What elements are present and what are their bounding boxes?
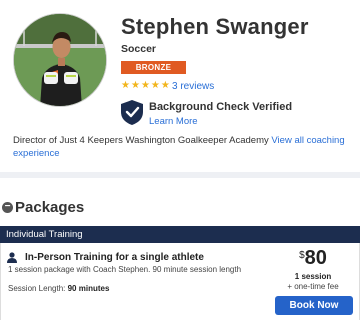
package-price: $80	[273, 247, 353, 270]
price-currency: $	[299, 250, 305, 261]
packages-header[interactable]: − Packages	[2, 199, 84, 216]
book-now-button[interactable]: Book Now	[275, 296, 353, 315]
section-divider	[0, 172, 360, 178]
learn-more-link[interactable]: Learn More	[149, 116, 198, 127]
rating-stars: ★ ★ ★ ★ ★	[121, 80, 170, 92]
shield-check-icon	[121, 100, 143, 125]
coach-avatar	[13, 13, 107, 107]
star-icon: ★	[160, 80, 170, 91]
star-icon: ★	[150, 80, 160, 91]
level-badge: BRONZE	[121, 61, 186, 74]
coach-name: Stephen Swanger	[121, 14, 309, 39]
reviews-link[interactable]: 3 reviews	[172, 81, 214, 92]
minus-circle-icon[interactable]: −	[2, 202, 13, 213]
background-check-label: Background Check Verified	[149, 101, 293, 113]
package-item: In-Person Training for a single athlete …	[0, 243, 360, 320]
star-icon: ★	[130, 80, 140, 91]
package-sessions: 1 session	[294, 272, 332, 281]
packages-title: Packages	[15, 199, 85, 216]
bio-text: Director of Just 4 Keepers Washington Go…	[13, 135, 269, 146]
star-icon: ★	[121, 80, 130, 91]
session-length-label: Session Length:	[8, 284, 66, 293]
package-name: In-Person Training for a single athlete	[25, 252, 204, 263]
coach-sport: Soccer	[121, 43, 157, 55]
coach-bio: Director of Just 4 Keepers Washington Go…	[13, 134, 348, 160]
package-fee: + one-time fee	[287, 282, 339, 291]
package-session-length: Session Length: 90 minutes	[8, 284, 109, 293]
package-description: 1 session package with Coach Stephen. 90…	[8, 265, 242, 274]
price-value: 80	[304, 247, 327, 269]
star-icon: ★	[140, 80, 150, 91]
person-icon	[7, 252, 17, 263]
coach-profile-card: Stephen Swanger Soccer BRONZE ★ ★ ★ ★ ★ …	[0, 0, 360, 172]
session-length-value: 90 minutes	[67, 284, 110, 293]
package-group-header: Individual Training	[0, 226, 360, 243]
